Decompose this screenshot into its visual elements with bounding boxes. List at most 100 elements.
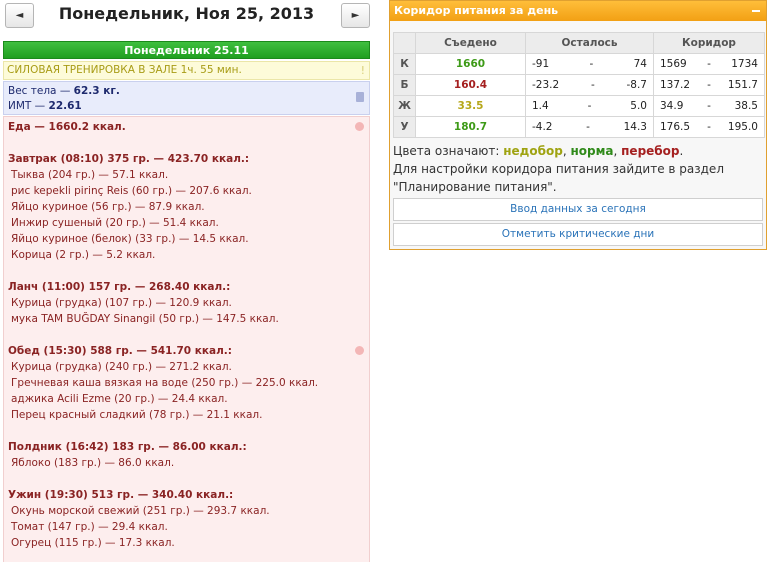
next-day-button[interactable]: ► [341,3,370,28]
range-min: 1569 [660,58,687,70]
dash: - [587,100,592,112]
nutrient-label: Ж [393,95,416,117]
delete-icon[interactable] [356,92,364,102]
food-item[interactable]: Огурец (115 гр.) — 17.3 ккал. [8,535,365,551]
corridor-row: К 1660 -91 - 74 1569 - 1734 [393,53,765,75]
corridor-range: 176.5 - 195.0 [653,116,765,138]
left-range: -23.2 - -8.7 [525,74,654,96]
bmi-line: ИМТ — 22.61 [8,99,365,114]
food-total-icon[interactable] [355,122,364,131]
meal-title[interactable]: Ланч (11:00) 157 гр. — 268.40 ккал.: [8,279,365,295]
eaten-value: 160.4 [415,74,526,96]
corridor-title: Коридор питания за день [394,4,559,17]
food-item[interactable]: Окунь морской свежий (251 гр.) — 293.7 к… [8,503,365,519]
body-stats[interactable]: Вес тела — 62.3 кг. ИМТ — 22.61 [3,81,370,115]
corridor-row: Ж 33.5 1.4 - 5.0 34.9 - 38.5 [393,95,765,117]
food-item[interactable]: Курица (грудка) (240 гр.) — 271.2 ккал. [8,359,365,375]
food-total: Еда — 1660.2 ккал. [8,121,126,133]
dash: - [707,58,711,70]
enter-today-data-button[interactable]: Ввод данных за сегодня [393,198,763,221]
meal-menu-icon[interactable] [355,346,364,355]
range-max: 195.0 [727,121,758,133]
legend-line: Цвета означают: недобор, норма, перебор. [393,142,763,160]
nutrient-label: Б [393,74,416,96]
food-item[interactable]: мука TAM BUĞDAY Sinangil (50 гр.) — 147.… [8,311,365,327]
day-header: Понедельник 25.11 [3,41,370,59]
col-left: Осталось [525,32,654,54]
food-item[interactable]: Инжир сушеный (20 гр.) — 51.4 ккал. [8,215,365,231]
legend-sep: , [613,144,622,158]
legend-hint: Для настройки коридора питания зайдите в… [393,162,724,194]
food-item[interactable]: Яйцо куриное (белок) (33 гр.) — 14.5 кка… [8,231,365,247]
left-min: 1.4 [532,100,549,112]
training-entry[interactable]: СИЛОВАЯ ТРЕНИРОВКА В ЗАЛЕ 1ч. 55 мин. ! [3,61,370,80]
range-max: 38.5 [734,100,758,112]
meal-title[interactable]: Обед (15:30) 588 гр. — 541.70 ккал.: [8,343,365,359]
corridor-range: 34.9 - 38.5 [653,95,765,117]
color-legend: Цвета означают: недобор, норма, перебор.… [390,138,766,196]
minimize-icon[interactable] [752,10,760,12]
left-min: -23.2 [532,79,560,91]
corridor-header-row: Съедено Осталось Коридор [393,32,765,54]
food-item[interactable]: Корица (2 гр.) — 5.2 ккал. [8,247,365,263]
bmi-label: ИМТ — [8,100,49,112]
meal-title[interactable]: Завтрак (08:10) 375 гр. — 423.70 ккал.: [8,151,365,167]
dash: - [589,58,594,70]
corridor-table: Съедено Осталось Коридор К 1660 -91 - 74 1569… [393,32,765,138]
range-min: 137.2 [660,79,691,91]
prev-day-button[interactable]: ◄ [5,3,34,28]
left-min: -91 [532,58,550,70]
range-min: 176.5 [660,121,691,133]
dash: - [707,121,711,133]
left-max: -8.7 [626,79,648,91]
dash: - [586,121,590,133]
legend-under: недобор [503,144,563,158]
food-item[interactable]: Курица (грудка) (107 гр.) — 120.9 ккал. [8,295,365,311]
meals-list: Завтрак (08:10) 375 гр. — 423.70 ккал.: Т… [8,151,365,551]
corridor-row: Б 160.4 -23.2 - -8.7 137.2 - 151.7 [393,74,765,96]
eaten-value: 180.7 [415,116,526,138]
left-range: -4.2 - 14.3 [525,116,654,138]
left-min: -4.2 [532,121,553,133]
eaten-value: 1660 [415,53,526,75]
food-item[interactable]: рис kepekli pirinç Reis (60 гр.) — 207.6… [8,183,365,199]
nutrient-label: У [393,116,416,138]
corridor-rows: К 1660 -91 - 74 1569 - 1734 Б 160.4 -23.2 - -8.7 137.… [393,53,765,138]
corridor-panel: Коридор питания за день Съедено Осталось… [389,0,767,250]
food-item[interactable]: аджика Acili Ezme (20 гр.) — 24.4 ккал. [8,391,365,407]
dash: - [707,100,711,112]
left-max: 74 [633,58,647,70]
legend-suffix: . [679,144,684,158]
eaten-value: 33.5 [415,95,526,117]
legend-norm: норма [570,144,614,158]
corridor-panel-header: Коридор питания за день [390,1,766,21]
food-item[interactable]: Тыква (204 гр.) — 57.1 ккал. [8,167,365,183]
mark-critical-days-button[interactable]: Отметить критические дни [393,223,763,246]
legend-prefix: Цвета означают: [393,144,504,158]
bmi-value: 22.61 [48,100,82,112]
corridor-corner [393,32,416,54]
corridor-range: 137.2 - 151.7 [653,74,765,96]
left-max: 14.3 [623,121,647,133]
range-max: 151.7 [727,79,758,91]
corridor-row: У 180.7 -4.2 - 14.3 176.5 - 195.0 [393,116,765,138]
range-max: 1734 [731,58,758,70]
alert-icon: ! [360,64,365,77]
meal-title[interactable]: Ужин (19:30) 513 гр. — 340.40 ккал.: [8,487,365,503]
food-item[interactable]: Гречневая каша вязкая на воде (250 гр.) … [8,375,365,391]
weight-line: Вес тела — 62.3 кг. [8,84,365,99]
food-item[interactable]: Томат (147 гр.) — 29.4 ккал. [8,519,365,535]
col-range: Коридор [653,32,765,54]
range-min: 34.9 [660,100,684,112]
day-column: ◄ Понедельник, Ноя 25, 2013 ► Понедельни… [2,0,371,562]
food-item[interactable]: Яйцо куриное (56 гр.) — 87.9 ккал. [8,199,365,215]
left-range: -91 - 74 [525,53,654,75]
left-max: 5.0 [630,100,647,112]
food-item[interactable]: Перец красный сладкий (78 гр.) — 21.1 кк… [8,407,365,423]
corridor-range: 1569 - 1734 [653,53,765,75]
date-navigation: ◄ Понедельник, Ноя 25, 2013 ► [2,0,371,34]
meal-title[interactable]: Полдник (16:42) 183 гр. — 86.00 ккал.: [8,439,365,455]
legend-over: перебор [621,144,680,158]
food-item[interactable]: Яблоко (183 гр.) — 86.0 ккал. [8,455,365,471]
corridor-sidebar: Коридор питания за день Съедено Осталось… [389,0,767,250]
